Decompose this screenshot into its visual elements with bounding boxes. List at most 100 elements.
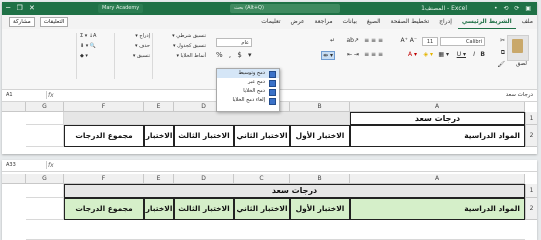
cell-d2[interactable]: الاختبار الثالث: [174, 125, 234, 147]
cell-b2[interactable]: الاختبار الأول: [290, 125, 350, 147]
tab-review[interactable]: مراجعة: [311, 15, 337, 29]
column-header-f-bottom[interactable]: F: [64, 174, 144, 184]
column-header-e[interactable]: E: [144, 102, 174, 112]
editing-group: Σ ▾ ↓A ⬇ ▾ 🔍 ◆ ▾: [76, 33, 112, 79]
tab-formulas[interactable]: الصيغ: [363, 15, 385, 29]
grow-font-icon[interactable]: A⁺ A⁻: [401, 37, 417, 44]
align-center-icon[interactable]: ≡ ≡ ≡: [364, 51, 383, 58]
row-header-1[interactable]: 1: [525, 112, 537, 125]
format-cells-button[interactable]: تنسيق ▾: [118, 53, 150, 59]
cell-g1-bottom[interactable]: [26, 184, 64, 198]
number-format-box[interactable]: عام: [216, 38, 252, 47]
tab-page-layout[interactable]: تخطيط الصفحة: [386, 15, 433, 29]
cell-a2[interactable]: المواد الدراسية: [350, 125, 525, 147]
format-painter-icon[interactable]: 🖌: [497, 61, 505, 68]
column-header-b-bottom[interactable]: B: [290, 174, 350, 184]
number-format-buttons[interactable]: % , $ ▾: [216, 51, 254, 59]
column-header-b[interactable]: B: [290, 102, 350, 112]
wrap-text-icon[interactable]: ↵: [330, 37, 335, 44]
select-all-corner-bottom[interactable]: [2, 174, 26, 184]
quick-access-toolbar[interactable]: • ⟲ ⟳ ▣: [494, 3, 533, 14]
fx-icon[interactable]: fx: [48, 90, 54, 101]
number-format-value: عام: [241, 40, 249, 46]
name-box[interactable]: A1: [2, 91, 47, 99]
cut-icon[interactable]: ✂: [500, 37, 505, 44]
select-all-corner[interactable]: [2, 102, 26, 112]
cell-range-b1-f1[interactable]: [64, 112, 350, 125]
fx-icon-bottom[interactable]: fx: [48, 160, 54, 171]
fill-button[interactable]: ⬇ ▾ 🔍: [80, 43, 112, 49]
search-input[interactable]: بحث (Alt+Q): [230, 4, 340, 13]
paste-button[interactable]: [507, 35, 529, 61]
cell-f2-bottom[interactable]: مجموع الدرجات: [64, 198, 144, 220]
menu-item-merge-cells[interactable]: دمج الخلايا: [217, 87, 279, 96]
menu-item-unmerge-cells[interactable]: إلغاء دمج الخلايا: [217, 96, 279, 105]
account-badge[interactable]: Mary Academy: [98, 4, 144, 13]
title-bar: ─ ❐ ✕ Mary Academy بحث (Alt+Q) المصنف1 -…: [2, 2, 537, 15]
tab-data[interactable]: بيانات: [338, 15, 360, 29]
column-header-a-bottom[interactable]: A: [350, 174, 525, 184]
window-title: المصنف1 - Excel: [421, 5, 467, 12]
column-header-f[interactable]: F: [64, 102, 144, 112]
cell-e2-bottom[interactable]: الاختبار: [144, 198, 174, 220]
cell-b2-bottom[interactable]: الاختبار الأول: [290, 198, 350, 220]
cell-f2[interactable]: مجموع الدرجات: [64, 125, 144, 147]
merge-center-icon[interactable]: ⇹ ▾: [321, 51, 335, 60]
menu-item-merge-center[interactable]: دمج وتوسيط: [217, 69, 279, 78]
cell-g1[interactable]: [26, 112, 64, 125]
row-3-blank[interactable]: [26, 220, 525, 240]
window-controls[interactable]: ─ ❐ ✕: [6, 4, 37, 12]
row-header-2[interactable]: 2: [525, 125, 537, 147]
bold-icon[interactable]: B: [480, 51, 485, 58]
indent-icon[interactable]: ⇤ ⇥: [347, 51, 359, 58]
tab-file[interactable]: ملف: [518, 15, 537, 29]
column-header-e-bottom[interactable]: E: [144, 174, 174, 184]
cell-g2-bottom[interactable]: [26, 198, 64, 220]
styles-group: تنسيق شرطي ▾ تنسيق كجدول ▾ أنماط الخلايا…: [152, 33, 206, 79]
paste-label: لصق: [515, 61, 527, 67]
menu-item-merge-across[interactable]: دمج عبر: [217, 78, 279, 87]
insert-cells-button[interactable]: إدراج ▾: [118, 33, 150, 39]
column-header-a[interactable]: A: [350, 102, 525, 112]
cell-d2-bottom[interactable]: الاختبار الثالث: [174, 198, 234, 220]
formula-content[interactable]: درجات سعد: [506, 90, 533, 101]
orientation-icon[interactable]: ab↗: [346, 37, 359, 44]
cell-styles-button[interactable]: أنماط الخلايا ▾: [156, 53, 206, 59]
format-as-table-button[interactable]: تنسيق كجدول ▾: [156, 43, 206, 49]
tab-view[interactable]: عرض: [286, 15, 308, 29]
copy-icon[interactable]: ⧉: [501, 49, 505, 57]
cell-c2-bottom[interactable]: الاختبار الثاني: [234, 198, 290, 220]
cell-e2[interactable]: الاختبار: [144, 125, 174, 147]
delete-cells-button[interactable]: حذف ▾: [118, 43, 150, 49]
cell-a2-bottom[interactable]: المواد الدراسية: [350, 198, 525, 220]
merged-title-cell[interactable]: درجات سعد: [64, 184, 525, 198]
comments-button[interactable]: التعليقات: [39, 17, 69, 27]
tab-help[interactable]: تعليمات: [257, 15, 284, 29]
unmerge-cells-icon: [269, 98, 276, 105]
font-name-box[interactable]: Calibri: [440, 37, 485, 46]
clear-button[interactable]: ◆ ▾: [80, 53, 112, 59]
excel-window-bottom: A33 fx G F E D C B A 1 2 درجات سعد مجموع…: [2, 160, 537, 240]
italic-icon[interactable]: I: [473, 51, 475, 58]
column-header-d-bottom[interactable]: D: [174, 174, 234, 184]
tab-insert[interactable]: إدراج: [435, 15, 456, 29]
align-top-icon[interactable]: ≡ ≡ ≡: [364, 37, 383, 44]
column-header-g[interactable]: G: [26, 102, 64, 112]
font-color-icon[interactable]: A ▾: [408, 51, 417, 58]
column-header-g-bottom[interactable]: G: [26, 174, 64, 184]
borders-icon[interactable]: ▦ ▾: [438, 51, 449, 58]
underline-icon[interactable]: U ▾: [457, 51, 466, 58]
name-box-bottom[interactable]: A33: [2, 161, 47, 169]
font-size-box[interactable]: 11: [422, 37, 438, 46]
row-header-2-bottom[interactable]: 2: [525, 198, 537, 220]
cell-g2[interactable]: [26, 125, 64, 147]
tab-home[interactable]: الشريط الرئيسي: [457, 16, 516, 30]
cell-c2[interactable]: الاختبار الثاني: [234, 125, 290, 147]
cell-a1-title[interactable]: درجات سعد: [350, 112, 525, 125]
fill-color-icon[interactable]: ◈ ▾: [423, 51, 433, 58]
row-header-1-bottom[interactable]: 1: [525, 184, 537, 198]
autosum-button[interactable]: Σ ▾ ↓A: [80, 33, 112, 39]
conditional-formatting-button[interactable]: تنسيق شرطي ▾: [156, 33, 206, 39]
column-header-c-bottom[interactable]: C: [234, 174, 290, 184]
share-button[interactable]: مشاركة: [9, 17, 35, 27]
